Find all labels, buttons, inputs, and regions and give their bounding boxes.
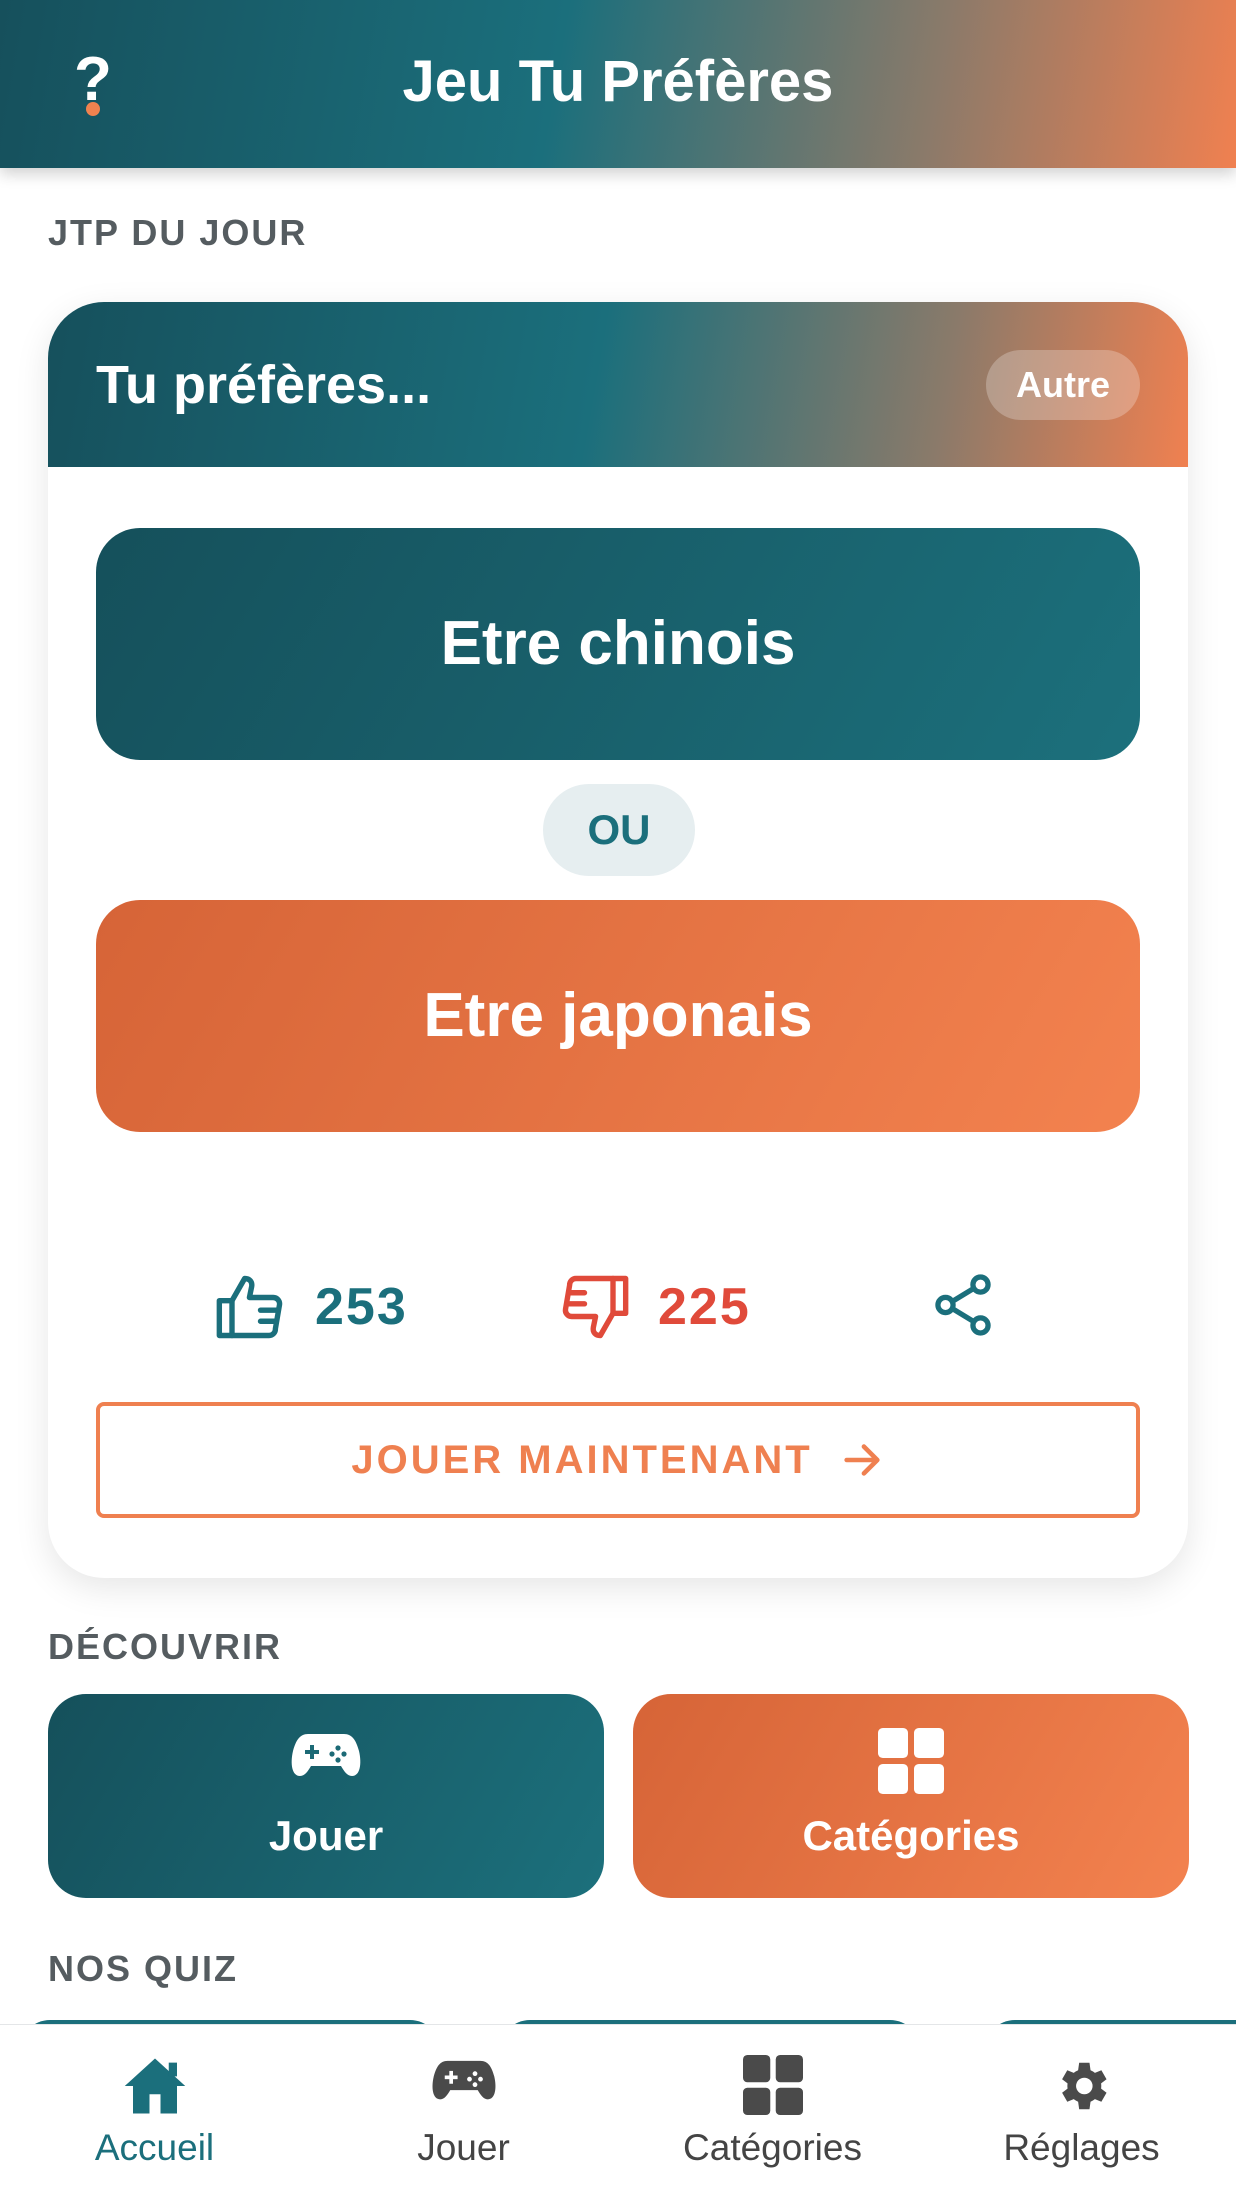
gamepad-icon — [291, 1734, 361, 1776]
dislikes-count: 225 — [658, 1278, 751, 1336]
dislike-button[interactable]: 225 — [556, 1262, 751, 1352]
nav-item-play[interactable]: Jouer — [309, 2025, 618, 2196]
nav-label-home: Accueil — [94, 2127, 215, 2168]
gear-icon — [1061, 2062, 1107, 2110]
nav-item-categories[interactable]: Catégories — [618, 2025, 927, 2196]
nav-label-categories: Catégories — [683, 2127, 862, 2168]
daily-question-card: Tu préfères... Autre Etre chinois OU Etr… — [48, 302, 1188, 1578]
bottom-navigation: Accueil Jouer Catégories Réglages — [0, 2024, 1236, 2196]
like-button[interactable]: 253 — [213, 1262, 408, 1352]
section-label-quiz: NOS QUIZ — [48, 1948, 239, 1989]
thumbs-up-icon — [216, 1275, 283, 1339]
section-label-daily: JTP DU JOUR — [48, 212, 308, 253]
discover-categories-tile[interactable]: Catégories — [633, 1694, 1189, 1898]
option-a-button[interactable]: Etre chinois — [96, 528, 1140, 760]
or-separator: OU — [543, 784, 695, 876]
play-now-label: JOUER MAINTENANT — [351, 1437, 813, 1482]
nav-item-home[interactable]: Accueil — [0, 2025, 309, 2196]
arrow-right-icon — [844, 1444, 880, 1476]
grid-icon — [878, 1728, 944, 1794]
nav-label-play: Jouer — [417, 2127, 510, 2168]
card-header: Tu préfères... Autre — [48, 302, 1188, 467]
grid-icon — [742, 2055, 803, 2115]
discover-play-label: Jouer — [268, 1812, 384, 1859]
likes-count: 253 — [315, 1278, 408, 1336]
app-header: ? Jeu Tu Préfères — [0, 0, 1236, 168]
share-icon — [935, 1274, 991, 1336]
play-now-button[interactable]: JOUER MAINTENANT — [96, 1402, 1140, 1518]
discover-play-tile[interactable]: Jouer — [48, 1694, 604, 1898]
card-title: Tu préfères... — [96, 355, 432, 415]
option-b-button[interactable]: Etre japonais — [96, 900, 1140, 1132]
gamepad-icon — [432, 2060, 495, 2100]
discover-categories-label: Catégories — [802, 1812, 1020, 1859]
share-button[interactable] — [928, 1270, 998, 1345]
nav-label-settings: Réglages — [1003, 2127, 1160, 2168]
section-label-discover: DÉCOUVRIR — [48, 1626, 283, 1667]
thumbs-down-icon — [562, 1275, 629, 1339]
home-icon — [124, 2058, 185, 2114]
category-badge: Autre — [985, 350, 1140, 420]
nav-item-settings[interactable]: Réglages — [927, 2025, 1236, 2196]
app-title: Jeu Tu Préfères — [402, 49, 834, 114]
